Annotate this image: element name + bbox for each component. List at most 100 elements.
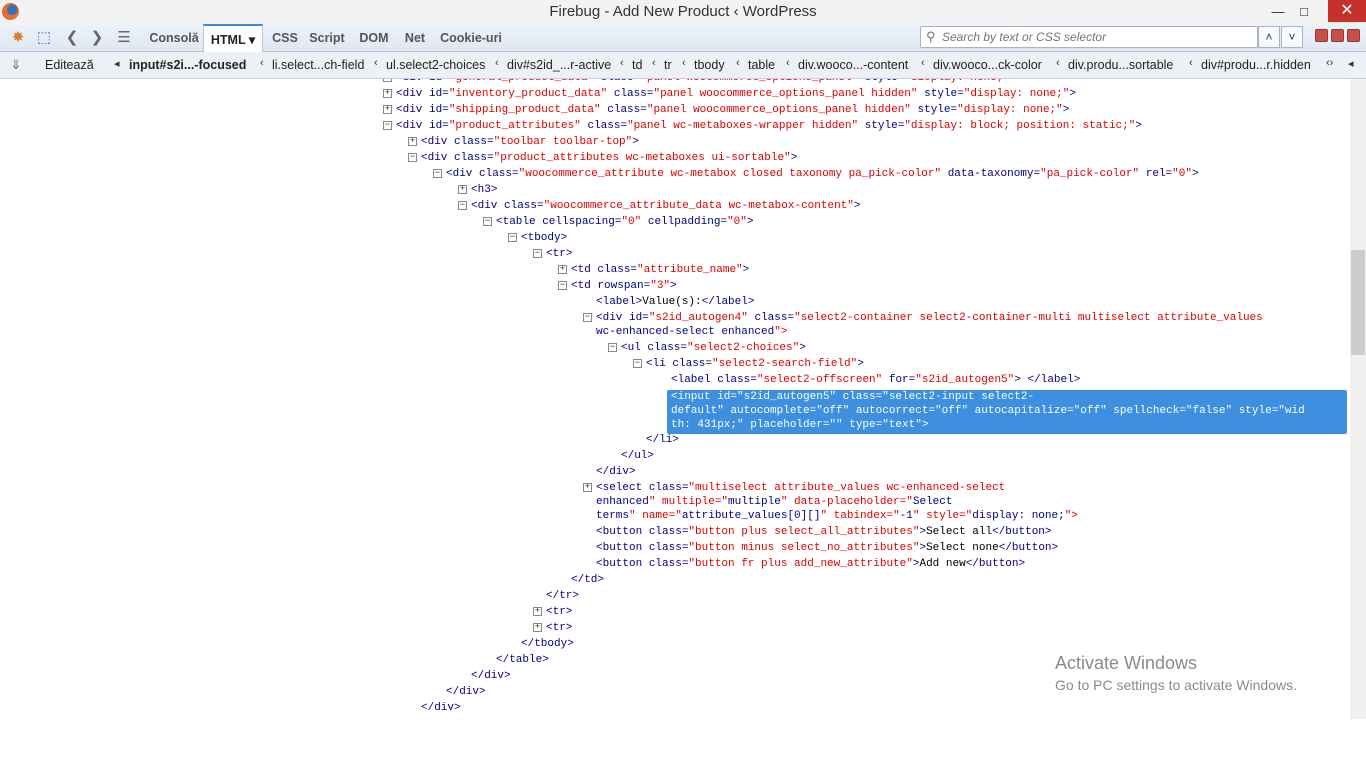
html-node-line[interactable]: default" autocomplete="off" autocorrect=… bbox=[671, 404, 1305, 418]
collapse-toggle-icon[interactable]: − bbox=[458, 201, 467, 210]
tab-net[interactable]: Net bbox=[400, 24, 430, 52]
breadcrumb-item[interactable]: div.produ...sortable bbox=[1068, 58, 1173, 72]
collapse-toggle-icon[interactable]: − bbox=[483, 217, 492, 226]
breadcrumb-item[interactable]: div#s2id_...r-active bbox=[507, 58, 611, 72]
html-node-line[interactable]: </div> bbox=[596, 465, 636, 479]
html-node-line[interactable]: </tbody> bbox=[521, 637, 574, 651]
breadcrumb-right-arrow-icon[interactable]: ◂ bbox=[1348, 57, 1354, 70]
html-node-line[interactable]: <div id="product_attributes" class="pane… bbox=[396, 119, 1142, 133]
close-button[interactable]: ✕ bbox=[1328, 0, 1366, 22]
firebug-detach-icon[interactable] bbox=[1331, 29, 1344, 42]
tab-cookies[interactable]: Cookie-uri bbox=[438, 24, 504, 52]
breadcrumb-item[interactable]: div.wooco...-content bbox=[798, 58, 908, 72]
expand-toggle-icon[interactable]: + bbox=[583, 483, 592, 492]
expand-toggle-icon[interactable]: + bbox=[558, 265, 567, 274]
expand-toggle-icon[interactable]: + bbox=[533, 607, 542, 616]
back-arrow-icon[interactable]: ❮ bbox=[62, 28, 82, 48]
search-next-button[interactable]: ˅ bbox=[1281, 26, 1303, 48]
html-node-line[interactable]: <button class="button minus select_no_at… bbox=[596, 541, 1058, 555]
html-node-line[interactable]: <div id="inventory_product_data" class="… bbox=[396, 87, 1076, 101]
breadcrumb-left-arrow-icon[interactable]: ◂ bbox=[114, 57, 120, 70]
expand-toggle-icon[interactable]: + bbox=[408, 137, 417, 146]
breadcrumb-item[interactable]: div#produ...r.hidden bbox=[1201, 58, 1311, 72]
expand-toggle-icon[interactable]: + bbox=[383, 89, 392, 98]
inspect-element-icon[interactable]: ⬚ bbox=[34, 28, 54, 48]
breadcrumb-item[interactable]: td bbox=[632, 58, 642, 72]
breadcrumb-item[interactable]: li.select...ch-field bbox=[272, 58, 364, 72]
search-box[interactable]: ⚲ bbox=[920, 26, 1258, 48]
html-node-line[interactable]: </td> bbox=[571, 573, 604, 587]
html-node-line[interactable]: <select class="multiselect attribute_val… bbox=[596, 481, 1005, 495]
html-node-line[interactable]: <td class="attribute_name"> bbox=[571, 263, 749, 277]
html-node-line[interactable]: </table> bbox=[496, 653, 549, 667]
scrollbar-thumb[interactable] bbox=[1351, 250, 1365, 355]
collapse-toggle-icon[interactable]: − bbox=[583, 313, 592, 322]
expand-toggle-icon[interactable]: + bbox=[383, 79, 392, 82]
html-node-line[interactable]: terms" name="attribute_values[0][]" tabi… bbox=[596, 509, 1078, 523]
html-node-line[interactable]: <div class="toolbar toolbar-top"> bbox=[421, 135, 639, 149]
html-node-line[interactable]: <td rowspan="3"> bbox=[571, 279, 677, 293]
collapse-toggle-icon[interactable]: − bbox=[433, 169, 442, 178]
panel-options-icon[interactable]: ⇓ bbox=[6, 55, 26, 75]
html-node-line[interactable]: <ul class="select2-choices"> bbox=[621, 341, 806, 355]
html-node-line[interactable]: <div class="woocommerce_attribute_data w… bbox=[471, 199, 861, 213]
html-node-line[interactable]: <li class="select2-search-field"> bbox=[646, 357, 864, 371]
html-node-line[interactable]: <tr> bbox=[546, 247, 572, 261]
firebug-minimize-icon[interactable] bbox=[1315, 29, 1328, 42]
forward-arrow-icon[interactable]: ❯ bbox=[87, 28, 107, 48]
html-node-line[interactable]: <label>Value(s):</label> bbox=[596, 295, 754, 309]
collapse-toggle-icon[interactable]: − bbox=[408, 153, 417, 162]
search-input[interactable] bbox=[942, 29, 1252, 45]
expand-toggle-icon[interactable]: + bbox=[458, 185, 467, 194]
collapse-toggle-icon[interactable]: − bbox=[633, 359, 642, 368]
html-node-line[interactable]: </ul> bbox=[621, 449, 654, 463]
html-node-line[interactable]: <div class="woocommerce_attribute wc-met… bbox=[446, 167, 1199, 181]
breadcrumb-item[interactable]: tr bbox=[664, 58, 672, 72]
html-node-line[interactable]: enhanced" multiple="multiple" data-place… bbox=[596, 495, 952, 509]
html-node-line[interactable]: <table cellspacing="0" cellpadding="0"> bbox=[496, 215, 754, 229]
break-on-mutate-icon[interactable]: ☰ bbox=[114, 28, 134, 48]
html-node-line[interactable]: <tr> bbox=[546, 605, 572, 619]
expand-toggle-icon[interactable]: + bbox=[383, 105, 392, 114]
collapse-toggle-icon[interactable]: − bbox=[508, 233, 517, 242]
html-node-line[interactable]: <tbody> bbox=[521, 231, 567, 245]
tab-console[interactable]: Consolă bbox=[146, 24, 202, 52]
html-node-line[interactable]: </div> bbox=[421, 701, 461, 715]
breadcrumb-scroll-icon[interactable]: ‹› bbox=[1326, 57, 1333, 69]
breadcrumb-item[interactable]: table bbox=[748, 58, 775, 72]
html-node-line[interactable]: <div id="shipping_product_data" class="p… bbox=[396, 103, 1069, 117]
collapse-toggle-icon[interactable]: − bbox=[383, 121, 392, 130]
selected-node-highlight[interactable]: <input id="s2id_autogen5" class="select2… bbox=[667, 390, 1347, 434]
expand-toggle-icon[interactable]: + bbox=[533, 623, 542, 632]
tab-css[interactable]: CSS bbox=[268, 24, 302, 52]
html-node-line[interactable]: <div id="s2id_autogen4" class="select2-c… bbox=[596, 311, 1263, 325]
collapse-toggle-icon[interactable]: − bbox=[558, 281, 567, 290]
search-prev-button[interactable]: ˄ bbox=[1258, 26, 1280, 48]
edit-button[interactable]: Editează bbox=[45, 58, 94, 72]
tab-script[interactable]: Script bbox=[307, 24, 347, 52]
breadcrumb-item[interactable]: tbody bbox=[694, 58, 725, 72]
breadcrumb-item[interactable]: input#s2i...-focused bbox=[129, 58, 246, 72]
html-node-line[interactable]: </div> bbox=[471, 669, 511, 683]
html-node-line[interactable]: <tr> bbox=[546, 621, 572, 635]
tab-dom[interactable]: DOM bbox=[354, 24, 394, 52]
breadcrumb-item[interactable]: ul.select2-choices bbox=[386, 58, 485, 72]
html-node-line[interactable]: <label class="select2-offscreen" for="s2… bbox=[671, 373, 1080, 387]
html-node-line[interactable]: <div id="general_product_data" class="pa… bbox=[396, 79, 1017, 85]
html-node-line[interactable]: </div> bbox=[446, 685, 486, 699]
tab-html[interactable]: HTML ▾ bbox=[203, 24, 263, 52]
html-node-line[interactable]: <button class="button fr plus add_new_at… bbox=[596, 557, 1025, 571]
html-node-line[interactable]: <h3> bbox=[471, 183, 497, 197]
collapse-toggle-icon[interactable]: − bbox=[608, 343, 617, 352]
html-node-line[interactable]: </tr> bbox=[546, 589, 579, 603]
html-node-line[interactable]: th: 431px;" placeholder="" type="text"> bbox=[671, 418, 928, 432]
breadcrumb-item[interactable]: div.wooco...ck-color bbox=[933, 58, 1042, 72]
vertical-scrollbar[interactable] bbox=[1350, 79, 1366, 719]
html-node-line[interactable]: <button class="button plus select_all_at… bbox=[596, 525, 1052, 539]
collapse-toggle-icon[interactable]: − bbox=[533, 249, 542, 258]
firebug-close-icon[interactable] bbox=[1347, 29, 1360, 42]
maximize-button[interactable]: □ bbox=[1294, 2, 1314, 22]
firebug-bug-icon[interactable]: ✸ bbox=[8, 28, 28, 48]
html-node-line[interactable]: <input id="s2id_autogen5" class="select2… bbox=[671, 390, 1034, 404]
html-node-line[interactable]: </li> bbox=[646, 433, 679, 447]
